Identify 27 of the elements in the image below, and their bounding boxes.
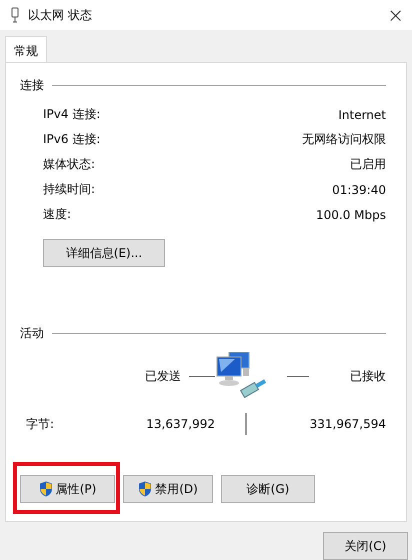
bytes-label: 字节: bbox=[25, 416, 56, 432]
close-icon[interactable]: × bbox=[387, 5, 404, 25]
action-button[interactable]: 属性(P) bbox=[20, 475, 115, 503]
field-value: 01:39:40 bbox=[332, 182, 386, 196]
tab[interactable]: 常规 bbox=[5, 36, 47, 62]
field-value: 无网络访问权限 bbox=[302, 131, 386, 148]
field-value: 已启用 bbox=[350, 156, 386, 173]
sent-label: 已发送 bbox=[145, 369, 181, 383]
section-heading: 连接 bbox=[20, 77, 44, 94]
network-computers-icon bbox=[215, 352, 269, 398]
network-adapter-icon bbox=[10, 7, 20, 23]
field-value: Internet bbox=[338, 108, 386, 122]
window-title: 以太网 状态 bbox=[28, 6, 93, 24]
field-label: IPv4 连接: bbox=[43, 106, 100, 123]
field-label: 持续时间: bbox=[43, 181, 96, 198]
action-button[interactable]: 禁用(D) bbox=[123, 475, 213, 503]
section-heading: 活动 bbox=[20, 325, 44, 342]
received-bytes: 331,967,594 bbox=[308, 417, 386, 431]
field-label: 媒体状态: bbox=[43, 156, 96, 173]
field-label: IPv6 连接: bbox=[43, 131, 100, 148]
received-label: 已接收 bbox=[350, 368, 386, 385]
sent-bytes: 13,637,992 bbox=[145, 417, 215, 431]
close-button[interactable]: 关闭(C) bbox=[323, 532, 408, 560]
details-button[interactable]: 详细信息(E)... bbox=[43, 239, 165, 267]
action-button[interactable]: 诊断(G) bbox=[221, 475, 315, 503]
field-value: 100.0 Mbps bbox=[316, 208, 386, 222]
field-label: 速度: bbox=[43, 206, 72, 223]
